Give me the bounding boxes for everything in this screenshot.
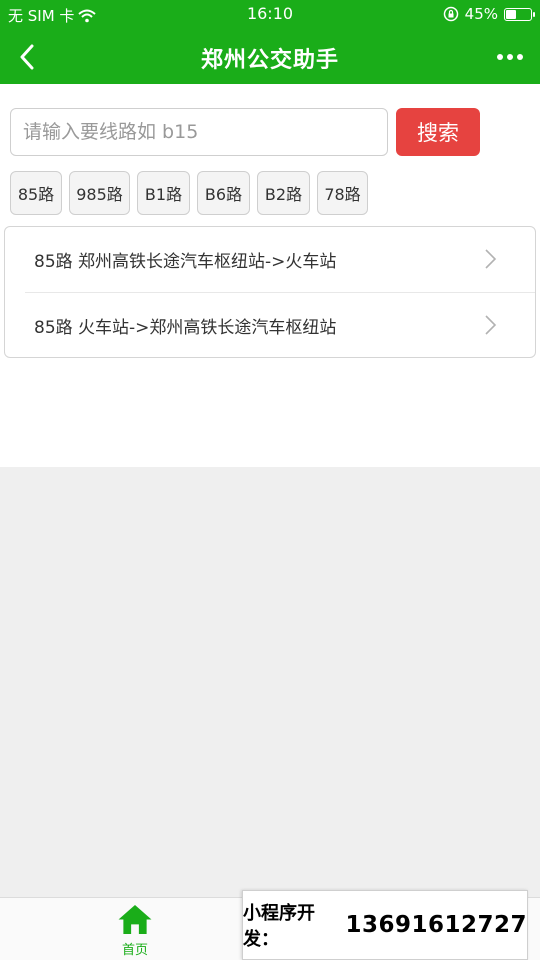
battery-percent: 45%: [464, 5, 498, 23]
battery-icon: [504, 7, 535, 21]
route-list: 85路 郑州高铁长途汽车枢纽站->火车站 85路 火车站->郑州高铁长途汽车枢纽…: [4, 226, 536, 358]
nav-bar: 郑州公交助手: [0, 30, 540, 84]
chevron-right-icon: [485, 315, 497, 335]
route-label: 85路 郑州高铁长途汽车枢纽站->火车站: [34, 252, 337, 272]
more-dot-icon: [517, 54, 523, 60]
content-background: [0, 467, 540, 897]
quick-route-tags: 85路 985路 B1路 B6路 B2路 78路: [10, 171, 368, 215]
quick-tag[interactable]: B2路: [257, 171, 310, 215]
promo-label: 小程序开发：: [243, 903, 315, 950]
more-options-button[interactable]: [492, 44, 528, 70]
chevron-right-icon: [485, 249, 497, 269]
rotation-lock-icon: [443, 6, 458, 22]
quick-tag[interactable]: 85路: [10, 171, 62, 215]
app-header: 无 SIM 卡 16:10 45% 郑州公交助手: [0, 0, 540, 84]
more-dot-icon: [507, 54, 513, 60]
quick-tag[interactable]: 78路: [317, 171, 368, 215]
status-bar: 无 SIM 卡 16:10 45%: [0, 0, 540, 30]
tab-home-label: 首页: [121, 943, 148, 958]
quick-tag[interactable]: B1路: [137, 171, 190, 215]
tab-home[interactable]: 首页: [100, 904, 170, 958]
more-dot-icon: [497, 54, 503, 60]
home-icon: [118, 904, 152, 935]
route-list-item[interactable]: 85路 火车站->郑州高铁长途汽车枢纽站: [25, 292, 535, 357]
promo-phone: 13691612727: [345, 912, 527, 938]
route-list-item[interactable]: 85路 郑州高铁长途汽车枢纽站->火车站: [5, 227, 535, 292]
quick-tag[interactable]: B6路: [197, 171, 250, 215]
route-label: 85路 火车站->郑州高铁长途汽车枢纽站: [34, 317, 337, 338]
status-right: 45%: [443, 5, 535, 23]
page-title: 郑州公交助手: [200, 48, 339, 73]
search-button[interactable]: 搜索: [396, 108, 480, 156]
search-input[interactable]: [10, 108, 388, 156]
promo-banner: 小程序开发： 13691612727: [242, 890, 528, 960]
battery-fill: [506, 9, 517, 19]
quick-tag[interactable]: 985路: [69, 171, 130, 215]
